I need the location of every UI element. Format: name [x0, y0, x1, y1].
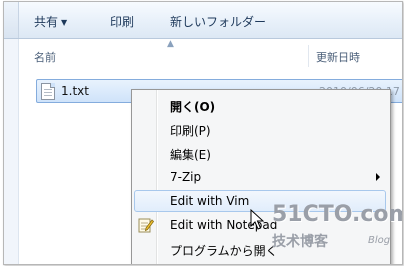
share-button[interactable]: 共有 ▼ [34, 13, 67, 30]
chevron-right-icon [376, 173, 380, 181]
watermark-subtitle: 技术博客 [272, 234, 328, 250]
print-button[interactable]: 印刷 [110, 13, 134, 30]
menu-item-label: プログラムから開く [170, 244, 278, 258]
command-bar: 共有 ▼ 印刷 新しいフォルダー [4, 2, 402, 39]
explorer-window: 共有▼ 印刷 新しいフォルダー ▲ 名前 更新日時 1.txt 2010/06/… [3, 1, 403, 265]
mouse-pointer-icon [250, 208, 265, 235]
menu-item-open-with[interactable]: プログラムから開く [134, 238, 386, 260]
toolbar-edge [4, 2, 19, 38]
menu-item-label: 7-Zip [170, 170, 202, 184]
menu-item-label: 編集(E) [170, 148, 211, 162]
text-file-icon [41, 83, 55, 100]
column-header-name[interactable]: 名前 [34, 49, 56, 65]
sort-ascending-icon: ▲ [167, 39, 174, 49]
column-divider[interactable] [308, 45, 309, 67]
menu-item-print[interactable]: 印刷(P) [134, 118, 386, 140]
menu-item-label: 開く(O) [170, 100, 216, 114]
menu-item-open[interactable]: 開く(O) [134, 94, 386, 116]
column-header-date[interactable]: 更新日時 [316, 49, 360, 65]
menu-item-label: 印刷(P) [170, 124, 211, 138]
watermark-blog: Blog [368, 235, 391, 246]
watermark-site: 51CTO.com [272, 202, 403, 227]
file-name: 1.txt [61, 84, 89, 98]
menu-item-7zip[interactable]: 7-Zip [134, 166, 386, 188]
menu-item-edit[interactable]: 編集(E) [134, 142, 386, 164]
notepad-icon [138, 217, 155, 236]
context-menu: 開く(O) 印刷(P) 編集(E) 7-Zip Edit with Vim Ed… [131, 89, 391, 264]
chevron-down-icon: ▼ [61, 18, 68, 27]
new-folder-button[interactable]: 新しいフォルダー [170, 13, 266, 30]
navigation-pane [4, 39, 19, 264]
menu-item-label: Edit with Vim [170, 194, 250, 208]
share-button-label: 共有 [34, 15, 59, 29]
